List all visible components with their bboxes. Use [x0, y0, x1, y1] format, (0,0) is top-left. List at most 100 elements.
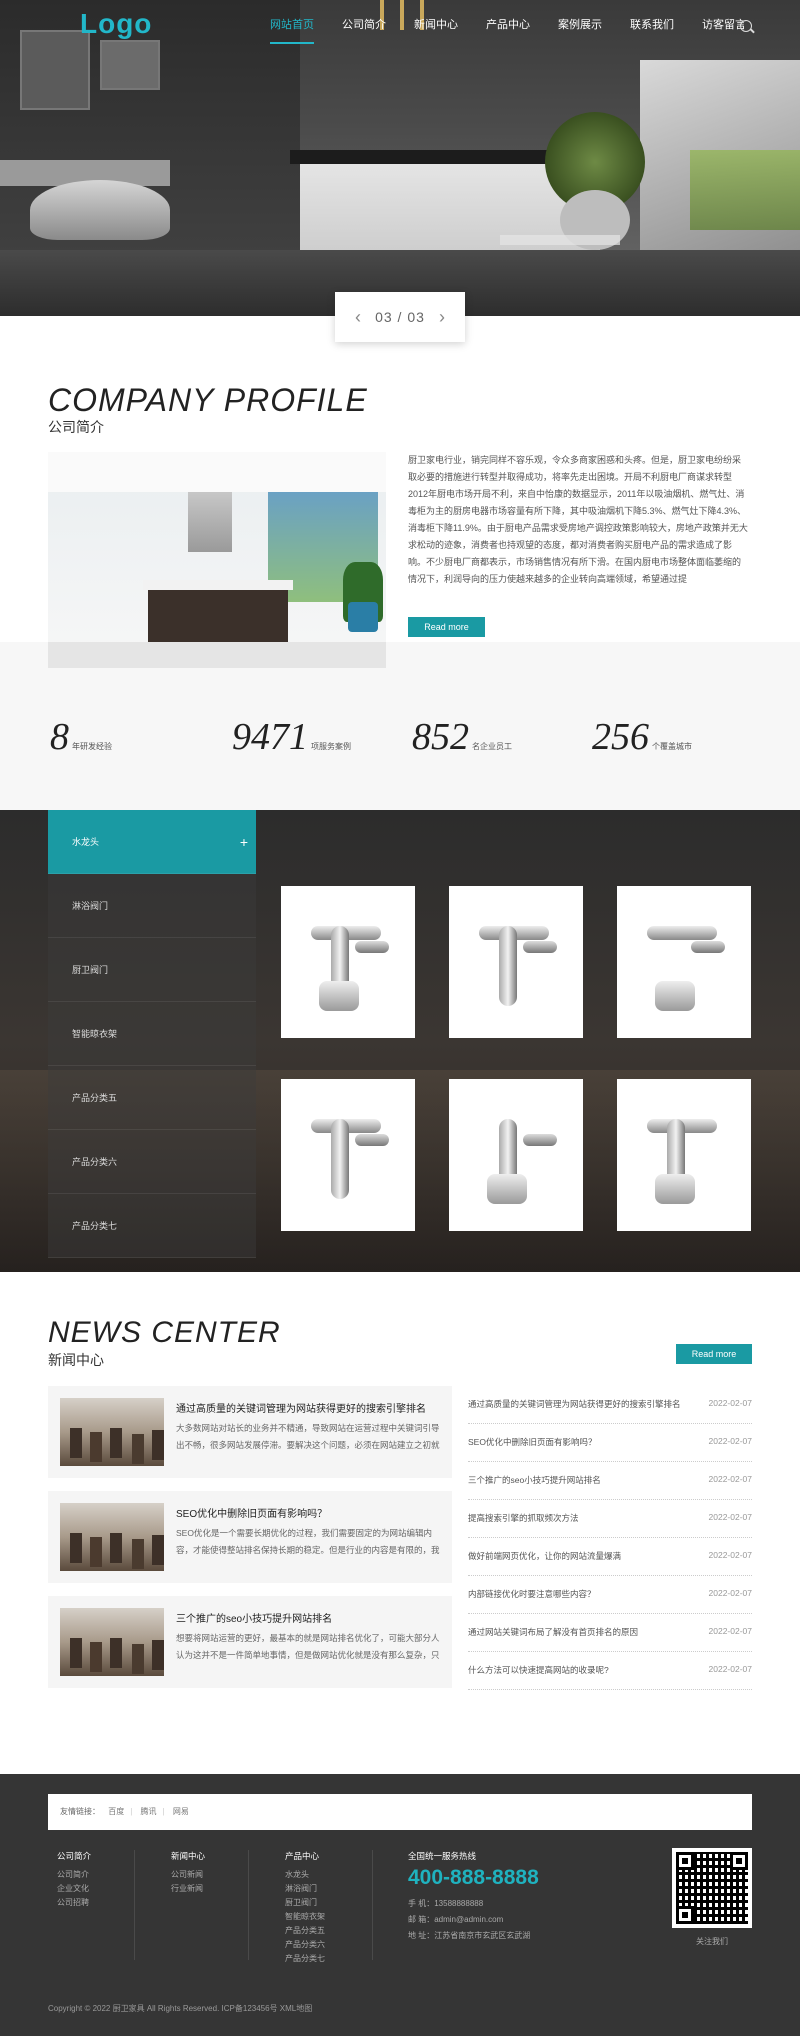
- footer-link[interactable]: 水龙头: [285, 1868, 325, 1882]
- copyright: Copyright © 2022 厨卫家具 All Rights Reserve…: [48, 2003, 312, 2014]
- footer-link[interactable]: 公司简介: [57, 1868, 91, 1882]
- friend-link[interactable]: 网易: [173, 1807, 189, 1816]
- category-item[interactable]: 产品分类七: [48, 1194, 256, 1258]
- profile-title: COMPANY PROFILE: [48, 382, 368, 418]
- product-card[interactable]: [281, 886, 415, 1038]
- news-list-title: 内部链接优化时要注意哪些内容？: [468, 1589, 596, 1599]
- news-read-more-button[interactable]: Read more: [676, 1344, 752, 1364]
- product-card[interactable]: [281, 1079, 415, 1231]
- news-list-item[interactable]: 通过高质量的关键词管理为网站获得更好的搜索引擎排名 2022-02-07: [468, 1386, 752, 1424]
- news-card[interactable]: 通过高质量的关键词管理为网站获得更好的搜索引擎排名 大多数网站对站长的业务并不精…: [48, 1386, 452, 1478]
- product-card[interactable]: [449, 886, 583, 1038]
- footer-divider: [372, 1850, 373, 1960]
- contact-address: 地 址：江苏省南京市玄武区玄武湖: [408, 1931, 531, 1940]
- product-card[interactable]: [449, 1079, 583, 1231]
- search-icon[interactable]: [740, 20, 752, 32]
- footer-link[interactable]: 智能晾衣架: [285, 1910, 325, 1924]
- profile-subtitle: 公司简介: [48, 419, 104, 435]
- nav-item-about[interactable]: 公司简介: [342, 16, 386, 44]
- news-list-item[interactable]: 什么方法可以快速提高网站的收录呢? 2022-02-07: [468, 1652, 752, 1690]
- category-label: 水龙头: [72, 837, 100, 847]
- nav-item-contact[interactable]: 联系我们: [630, 16, 674, 44]
- footer-link[interactable]: 厨卫阀门: [285, 1896, 325, 1910]
- prev-arrow-icon[interactable]: ‹: [355, 307, 361, 328]
- category-label: 智能晾衣架: [72, 1029, 118, 1039]
- contact-mobile: 手 机：13588888888: [408, 1899, 484, 1908]
- news-list-date: 2022-02-07: [708, 1550, 752, 1560]
- category-item[interactable]: 淋浴阀门: [48, 874, 256, 938]
- news-list-item[interactable]: 三个推广的seo小技巧提升网站排名 2022-02-07: [468, 1462, 752, 1500]
- category-item[interactable]: 产品分类六: [48, 1130, 256, 1194]
- news-list-date: 2022-02-07: [708, 1664, 752, 1674]
- news-list-title: 提高搜索引擎的抓取频次方法: [468, 1513, 579, 1523]
- news-list-title: 什么方法可以快速提高网站的收录呢?: [468, 1665, 609, 1675]
- nav-item-cases[interactable]: 案例展示: [558, 16, 602, 44]
- qr-label: 关注我们: [696, 1937, 728, 1946]
- friend-links-label: 友情链接：: [60, 1807, 100, 1816]
- product-card[interactable]: [617, 886, 751, 1038]
- news-list-item[interactable]: 提高搜索引擎的抓取频次方法 2022-02-07: [468, 1500, 752, 1538]
- hero-glass-rail: [690, 150, 800, 230]
- news-card-excerpt: 想要将网站运营的更好，最基本的就是网站排名优化了，可能大部分人认为这并不是一件简…: [176, 1633, 440, 1660]
- news-list-item[interactable]: 做好前端网页优化，让你的网站流量爆满 2022-02-07: [468, 1538, 752, 1576]
- news-list-date: 2022-02-07: [708, 1588, 752, 1598]
- stat-item: 8 年研发经验: [50, 715, 112, 759]
- news-list-title: 通过网站关键词布局了解没有首页排名的原因: [468, 1627, 639, 1637]
- news-list-title: SEO优化中删除旧页面有影响吗？: [468, 1437, 597, 1447]
- news-card[interactable]: 三个推广的seo小技巧提升网站排名 想要将网站运营的更好，最基本的就是网站排名优…: [48, 1596, 452, 1688]
- friend-link[interactable]: 百度: [108, 1807, 124, 1816]
- news-thumbnail: [60, 1398, 164, 1466]
- news-thumbnail: [60, 1503, 164, 1571]
- news-card-excerpt: 大多数网站对站长的业务并不精通，导致网站在运营过程中关键词引导出不畅，很多网站发…: [176, 1423, 440, 1450]
- product-card[interactable]: [617, 1079, 751, 1231]
- hero-chair: [30, 180, 170, 240]
- footer-column: 公司简介 公司简介 企业文化 公司招聘: [57, 1850, 91, 1910]
- copyright-text: Copyright © 2022 厨卫家具 All Rights Reserve…: [48, 2004, 220, 2013]
- footer-link[interactable]: 产品分类七: [285, 1952, 325, 1966]
- footer-link[interactable]: 公司新闻: [171, 1868, 205, 1882]
- news-list-item[interactable]: 内部链接优化时要注意哪些内容？ 2022-02-07: [468, 1576, 752, 1614]
- footer-link[interactable]: 产品分类五: [285, 1924, 325, 1938]
- stat-number: 8: [50, 716, 69, 758]
- next-arrow-icon[interactable]: ›: [439, 307, 445, 328]
- friend-links-bar: 友情链接： 百度 | 腾讯 | 网易: [48, 1794, 752, 1830]
- stat-number: 9471: [232, 716, 308, 758]
- news-list-item[interactable]: SEO优化中删除旧页面有影响吗？ 2022-02-07: [468, 1424, 752, 1462]
- nav-item-products[interactable]: 产品中心: [486, 16, 530, 44]
- news-list-date: 2022-02-07: [708, 1512, 752, 1522]
- slide-counter: 03 / 03: [375, 309, 425, 325]
- footer-column-title: 公司简介: [57, 1851, 92, 1861]
- news-list-title: 通过高质量的关键词管理为网站获得更好的搜索引擎排名: [468, 1399, 681, 1409]
- footer-link[interactable]: 淋浴阀门: [285, 1882, 325, 1896]
- friend-link[interactable]: 腾讯: [141, 1807, 157, 1816]
- stat-number: 256: [592, 716, 649, 758]
- footer-link[interactable]: 产品分类六: [285, 1938, 325, 1952]
- category-item[interactable]: 智能晾衣架: [48, 1002, 256, 1066]
- news-card-excerpt: SEO优化是一个需要长期优化的过程，我们需要固定的为网站编辑内容，才能使得整站排…: [176, 1528, 440, 1555]
- footer-column-title: 产品中心: [285, 1851, 320, 1861]
- news-list-date: 2022-02-07: [708, 1474, 752, 1484]
- slider-pager: ‹ 03 / 03 ›: [335, 292, 465, 342]
- news-list-item[interactable]: 通过网站关键词布局了解没有首页排名的原因 2022-02-07: [468, 1614, 752, 1652]
- profile-read-more-button[interactable]: Read more: [408, 617, 485, 637]
- footer-link[interactable]: 企业文化: [57, 1882, 91, 1896]
- category-label: 产品分类七: [72, 1221, 118, 1231]
- footer-column: 产品中心 水龙头 淋浴阀门 厨卫阀门 智能晾衣架 产品分类五 产品分类六 产品分…: [285, 1850, 325, 1966]
- category-item[interactable]: 厨卫阀门: [48, 938, 256, 1002]
- icp-link[interactable]: ICP备123456号: [222, 2004, 278, 2013]
- nav-item-news[interactable]: 新闻中心: [414, 16, 458, 44]
- logo[interactable]: Logo: [80, 8, 152, 40]
- category-item[interactable]: 产品分类五: [48, 1066, 256, 1130]
- news-list-date: 2022-02-07: [708, 1626, 752, 1636]
- sitemap-link[interactable]: XML地图: [280, 2004, 312, 2013]
- plus-icon: +: [239, 834, 248, 850]
- hero-glass-table: [500, 235, 620, 245]
- hotline-phone[interactable]: 400-888-8888: [408, 1866, 539, 1890]
- nav-item-home[interactable]: 网站首页: [270, 16, 314, 44]
- footer-link[interactable]: 行业新闻: [171, 1882, 205, 1896]
- category-item[interactable]: 水龙头 +: [48, 810, 256, 874]
- footer-link[interactable]: 公司招聘: [57, 1896, 91, 1910]
- qr-code: [672, 1848, 752, 1928]
- news-card[interactable]: SEO优化中删除旧页面有影响吗？ SEO优化是一个需要长期优化的过程，我们需要固…: [48, 1491, 452, 1583]
- nav-item-guestbook[interactable]: 访客留言: [702, 16, 746, 44]
